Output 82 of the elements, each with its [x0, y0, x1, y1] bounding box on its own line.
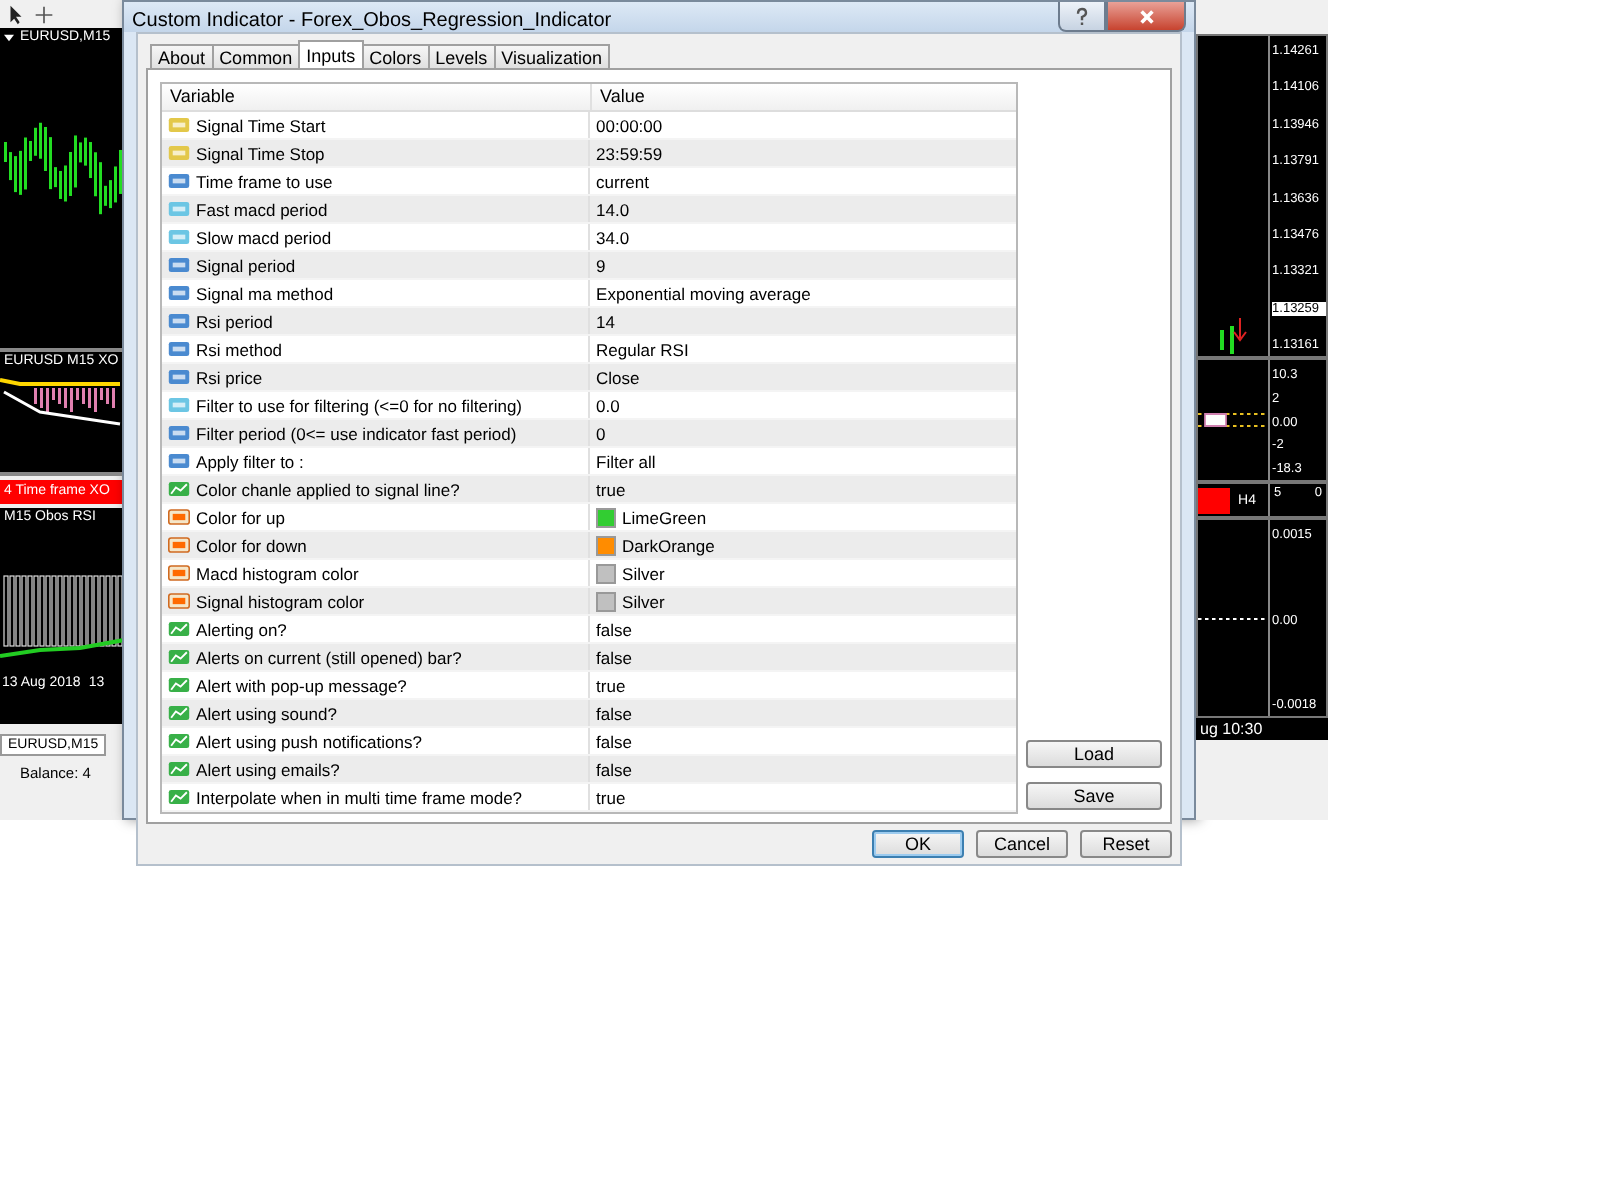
variable-name: Apply filter to : — [196, 451, 304, 471]
variable-value[interactable]: Exponential moving average — [596, 283, 811, 303]
variable-name: Rsi method — [196, 339, 283, 359]
variable-name: Macd histogram color — [196, 563, 359, 583]
xo-indicator-drawing — [0, 378, 123, 426]
variable-value[interactable]: false — [596, 759, 632, 779]
help-button[interactable] — [1058, 2, 1107, 32]
variable-name: Time frame to use — [196, 171, 333, 191]
variable-name: Color chanle applied to signal line? — [196, 479, 460, 499]
variable-value[interactable]: 9 — [596, 255, 606, 275]
histogram-drawing — [0, 574, 123, 660]
variable-name: Alert using push notifications? — [196, 731, 422, 751]
close-button[interactable] — [1106, 2, 1187, 32]
variable-value[interactable]: 0 — [596, 423, 606, 443]
variable-value[interactable]: Close — [596, 367, 640, 387]
variable-value[interactable]: false — [596, 731, 632, 751]
variable-name: Alerts on current (still opened) bar? — [196, 647, 462, 667]
tab[interactable]: Inputs — [298, 40, 364, 68]
variable-name: Alert using emails? — [196, 759, 340, 779]
color-type-icon — [168, 564, 191, 582]
variable-name: Alert with pop-up message? — [196, 675, 407, 695]
variable-value[interactable]: current — [596, 171, 649, 191]
variable-value[interactable]: false — [596, 703, 632, 723]
variable-value[interactable]: Filter all — [596, 451, 656, 471]
variable-name: Rsi price — [196, 367, 263, 387]
dialog-button[interactable]: OK — [872, 830, 965, 858]
column-header[interactable]: Variable — [162, 84, 593, 110]
variable-name: Slow macd period — [196, 227, 332, 247]
zero-line — [1198, 617, 1269, 619]
variable-value[interactable]: 0.0 — [596, 395, 620, 415]
tab[interactable]: About — [150, 44, 214, 68]
dialog-button[interactable]: Reset — [1080, 830, 1173, 858]
variable-name: Fast macd period — [196, 199, 328, 219]
help-icon — [1074, 5, 1091, 27]
time-label: ug 10:30 — [1200, 720, 1263, 738]
color-type-icon — [168, 508, 191, 526]
tab[interactable]: Colors — [361, 44, 430, 68]
signal-block — [1198, 487, 1231, 513]
variable-name: Color for down — [196, 535, 307, 555]
variable-value[interactable]: false — [596, 647, 632, 667]
side-button[interactable]: Save — [1026, 782, 1163, 810]
tab[interactable]: Visualization — [493, 44, 611, 68]
variable-name: Signal Time Stop — [196, 143, 325, 163]
tab[interactable]: Common — [211, 44, 301, 68]
variable-name: Interpolate when in multi time frame mode? — [196, 787, 523, 807]
crosshair-icon[interactable] — [34, 3, 54, 25]
variable-value[interactable]: 34.0 — [596, 227, 630, 247]
color-type-icon — [168, 592, 191, 610]
cursor-icon[interactable] — [6, 3, 26, 25]
dialog-button[interactable]: Cancel — [976, 830, 1069, 858]
xo-indicator-drawing — [1198, 412, 1269, 428]
variable-name: Signal period — [196, 255, 296, 275]
variable-value[interactable]: true — [596, 675, 626, 695]
variable-name: Filter to use for filtering (<=0 for no filtering) — [196, 395, 523, 415]
variable-value[interactable]: Regular RSI — [596, 339, 689, 359]
variable-value[interactable]: true — [596, 787, 626, 807]
candlestick-chart-drawing — [1218, 316, 1249, 356]
variable-name: Signal histogram color — [196, 591, 365, 611]
variable-value[interactable]: 14 — [596, 311, 615, 331]
color-type-icon — [168, 536, 191, 554]
variable-name: Filter period (0<= use indicator fast period) — [196, 423, 517, 443]
variable-value[interactable]: 23:59:59 — [596, 143, 663, 163]
variable-value[interactable]: LimeGreen — [622, 507, 707, 527]
variable-name: Color for up — [196, 507, 285, 527]
variable-name: Rsi period — [196, 311, 273, 331]
window-title: Custom Indicator - Forex_Obos_Regression_Indicator — [130, 8, 614, 32]
variable-name: Alert using sound? — [196, 703, 337, 723]
dropdown-icon[interactable] — [4, 33, 14, 41]
side-button[interactable]: Load — [1026, 740, 1163, 768]
variable-value[interactable]: Silver — [622, 563, 665, 583]
variable-value[interactable]: true — [596, 479, 626, 499]
variable-name: Signal ma method — [196, 283, 334, 303]
variable-value[interactable]: 00:00:00 — [596, 115, 663, 135]
variable-value[interactable]: Silver — [622, 591, 665, 611]
variable-value[interactable]: false — [596, 619, 632, 639]
variable-name: Signal Time Start — [196, 115, 326, 135]
tab[interactable]: Levels — [427, 44, 496, 68]
variable-value[interactable]: DarkOrange — [622, 535, 715, 555]
variable-name: Alerting on? — [196, 619, 287, 639]
variable-value[interactable]: 14.0 — [596, 199, 630, 219]
close-icon — [1137, 7, 1156, 25]
column-header[interactable]: Value — [592, 84, 1017, 110]
